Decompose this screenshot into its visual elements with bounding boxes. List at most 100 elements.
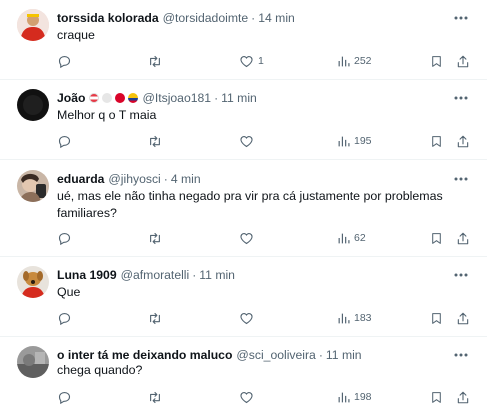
repost-button[interactable] — [147, 310, 163, 326]
timestamp[interactable]: 11 min — [221, 91, 257, 105]
like-icon — [240, 232, 253, 244]
reply-button[interactable] — [57, 389, 72, 405]
timestamp[interactable]: 4 min — [171, 172, 201, 186]
post[interactable]: João @Itsjoao181 · 11 min Melhor q o T m… — [0, 80, 487, 160]
reply-icon — [58, 312, 71, 325]
views-button[interactable]: 198 — [337, 389, 372, 405]
bookmark-button[interactable] — [430, 53, 443, 69]
share-icon — [457, 55, 469, 67]
bookmark-button[interactable] — [430, 133, 443, 149]
share-button[interactable] — [456, 310, 470, 326]
share-button[interactable] — [456, 133, 470, 149]
bookmark-icon — [432, 232, 441, 244]
more-options-icon[interactable] — [453, 267, 469, 283]
timestamp[interactable]: 11 min — [199, 268, 235, 282]
repost-icon — [150, 55, 160, 67]
post-header: Luna 1909 @afmoratelli · 11 min — [57, 266, 447, 284]
more-options-icon[interactable] — [453, 347, 469, 363]
post-header: João @Itsjoao181 · 11 min — [57, 89, 447, 107]
repost-icon — [150, 312, 160, 324]
bookmark-button[interactable] — [430, 310, 443, 326]
action-bar: 198 — [57, 389, 469, 405]
like-icon — [240, 391, 253, 403]
avatar[interactable] — [17, 9, 49, 41]
dog-avatar-icon — [17, 266, 49, 298]
avatar[interactable] — [17, 266, 49, 298]
action-bar: 1 252 — [57, 53, 469, 69]
share-icon — [457, 135, 469, 147]
views-icon — [338, 136, 350, 146]
author-handle[interactable]: @Itsjoao181 — [142, 91, 211, 105]
red-shirt-avatar-icon — [17, 9, 49, 41]
view-count: 252 — [354, 55, 372, 67]
separator: · — [251, 11, 256, 25]
post-text: ué, mas ele não tinha negado pra vir pra… — [57, 189, 443, 220]
views-button[interactable]: 183 — [337, 310, 372, 326]
bookmark-button[interactable] — [430, 230, 443, 246]
repost-icon — [150, 391, 160, 403]
author-handle[interactable]: @sci_ooliveira — [236, 348, 315, 362]
view-count: 195 — [354, 135, 372, 147]
like-button[interactable] — [239, 133, 254, 149]
repost-button[interactable] — [147, 389, 163, 405]
share-button[interactable] — [456, 53, 470, 69]
like-button[interactable] — [239, 310, 254, 326]
bookmark-icon — [432, 135, 441, 147]
action-bar: 183 — [57, 310, 469, 326]
post[interactable]: eduarda @jihyosci · 4 min ué, mas ele nã… — [0, 160, 487, 257]
views-icon — [338, 56, 350, 66]
views-button[interactable]: 252 — [337, 53, 372, 69]
reply-button[interactable] — [57, 230, 72, 246]
post[interactable]: torssida kolorada @torsidadoimte · 14 mi… — [0, 0, 487, 80]
author-handle[interactable]: @afmoratelli — [121, 268, 190, 282]
timestamp[interactable]: 11 min — [326, 348, 362, 362]
view-count: 183 — [354, 312, 372, 324]
avatar[interactable] — [17, 346, 49, 378]
bookmark-button[interactable] — [430, 389, 443, 405]
author-name[interactable]: eduarda — [57, 172, 104, 186]
more-options-icon[interactable] — [453, 10, 469, 26]
reply-button[interactable] — [57, 53, 72, 69]
post[interactable]: Luna 1909 @afmoratelli · 11 min Que 183 — [0, 257, 487, 337]
like-button[interactable] — [239, 389, 254, 405]
author-name[interactable]: João — [57, 91, 85, 105]
separator: · — [192, 268, 197, 282]
bookmark-icon — [432, 55, 441, 67]
view-count: 198 — [354, 391, 372, 403]
flag-colombia-icon — [128, 93, 139, 103]
author-name[interactable]: Luna 1909 — [57, 268, 117, 282]
repost-button[interactable] — [147, 133, 163, 149]
author-name[interactable]: o inter tá me deixando maluco — [57, 348, 232, 362]
share-button[interactable] — [456, 389, 470, 405]
like-icon — [240, 312, 253, 324]
views-button[interactable]: 195 — [337, 133, 372, 149]
more-options-icon[interactable] — [453, 90, 469, 106]
more-options-icon[interactable] — [453, 171, 469, 187]
views-icon — [338, 313, 350, 323]
avatar[interactable] — [17, 170, 49, 202]
like-button[interactable]: 1 — [239, 53, 264, 69]
share-button[interactable] — [456, 230, 470, 246]
like-button[interactable] — [239, 230, 254, 246]
repost-button[interactable] — [147, 230, 163, 246]
post-text: chega quando? — [57, 363, 143, 377]
avatar[interactable] — [17, 89, 49, 121]
reply-button[interactable] — [57, 133, 72, 149]
author-name[interactable]: torssida kolorada — [57, 11, 159, 25]
post-text: Melhor q o T maia — [57, 108, 157, 122]
post-text: Que — [57, 285, 81, 299]
post[interactable]: o inter tá me deixando maluco @sci_ooliv… — [0, 337, 487, 419]
views-button[interactable]: 62 — [337, 230, 366, 246]
timestamp[interactable]: 14 min — [258, 11, 295, 25]
reply-icon — [58, 232, 71, 245]
author-handle[interactable]: @torsidadoimte — [163, 11, 249, 25]
repost-button[interactable] — [147, 53, 163, 69]
reply-button[interactable] — [57, 310, 72, 326]
separator: · — [214, 91, 219, 105]
author-handle[interactable]: @jihyosci — [108, 172, 160, 186]
view-count: 62 — [354, 232, 366, 244]
like-icon — [240, 55, 253, 67]
like-icon — [240, 135, 253, 147]
grey-photo-avatar-icon — [17, 346, 49, 378]
views-icon — [338, 392, 350, 402]
